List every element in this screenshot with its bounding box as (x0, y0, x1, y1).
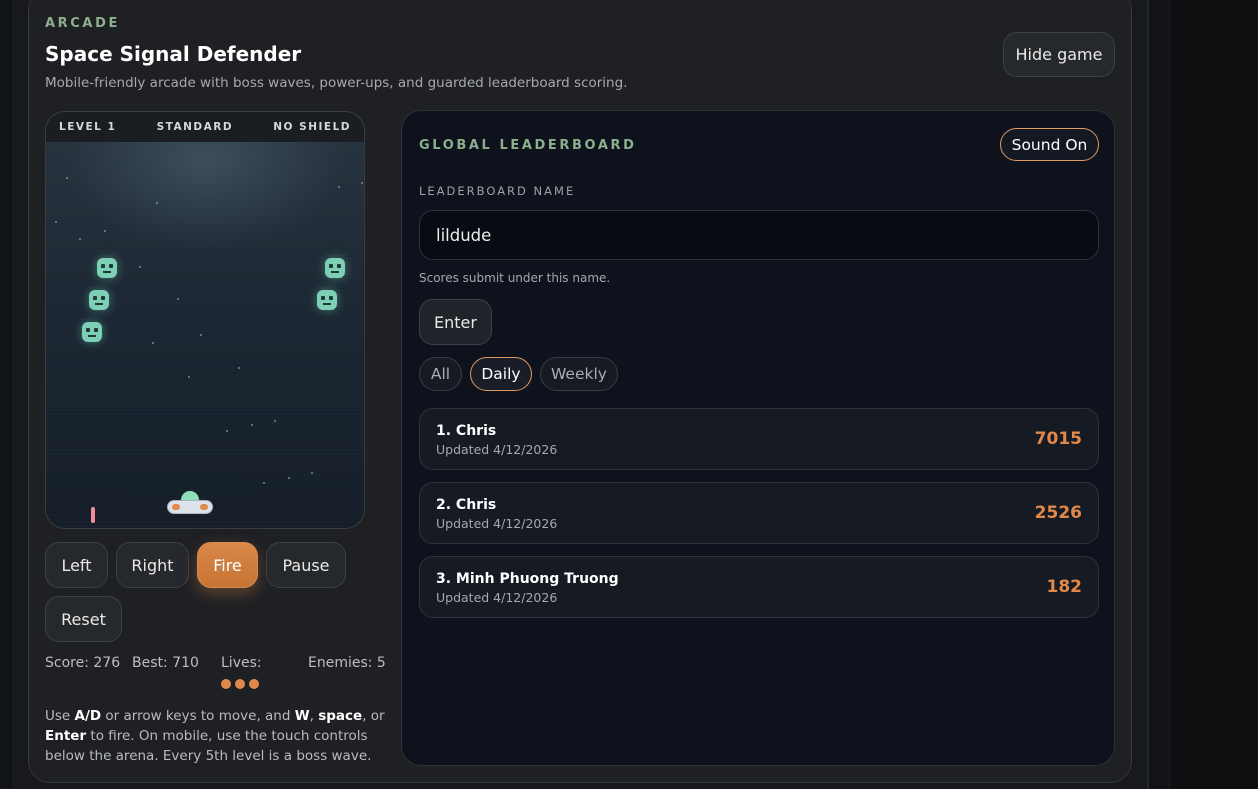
pause-button[interactable]: Pause (266, 542, 346, 588)
page-margin (0, 0, 14, 789)
entry-updated: Updated 4/12/2026 (436, 442, 558, 457)
star (251, 424, 253, 426)
filter-all-tab[interactable]: All (419, 357, 462, 391)
lives-label: Lives: (221, 655, 262, 671)
reset-button[interactable]: Reset (45, 596, 122, 642)
name-hint: Scores submit under this name. (419, 271, 611, 285)
hide-game-button[interactable]: Hide game (1003, 32, 1115, 77)
side-panel (1148, 0, 1258, 789)
star (177, 298, 179, 300)
key-hint: W (294, 708, 310, 724)
leaderboard-entry: 3. Minh Phuong Truong Updated 4/12/2026 … (419, 556, 1099, 618)
key-hint: A/D (74, 708, 102, 724)
fire-button[interactable]: Fire (197, 542, 258, 588)
move-right-button[interactable]: Right (116, 542, 189, 588)
leaderboard-title: GLOBAL LEADERBOARD (419, 138, 637, 153)
help-text: Use A/D or arrow keys to move, and W, sp… (45, 708, 385, 764)
entry-score: 2526 (1034, 503, 1082, 523)
enemy-icon (97, 258, 117, 278)
filter-daily-tab[interactable]: Daily (470, 357, 532, 391)
enemy-icon (89, 290, 109, 310)
level-indicator: LEVEL 1 (59, 121, 117, 133)
enemy-icon (317, 290, 337, 310)
leaderboard-entry: 1. Chris Updated 4/12/2026 7015 (419, 408, 1099, 470)
key-hint: space (318, 708, 363, 724)
star (188, 376, 190, 378)
arena-hud: LEVEL 1 STANDARD NO SHIELD (46, 112, 364, 142)
best-score-display: Best: 710 (132, 655, 199, 671)
section-eyebrow: ARCADE (45, 16, 120, 31)
name-field-label: LEADERBOARD NAME (419, 184, 576, 198)
filter-weekly-tab[interactable]: Weekly (540, 357, 618, 391)
sound-toggle-button[interactable]: Sound On (1000, 128, 1099, 161)
play-field (46, 142, 364, 528)
entry-score: 182 (1046, 577, 1083, 597)
star (263, 482, 265, 484)
entry-updated: Updated 4/12/2026 (436, 516, 558, 531)
entry-name: 2. Chris (436, 497, 497, 513)
life-icon (221, 679, 231, 689)
key-hint: Enter (45, 728, 87, 744)
star (104, 230, 106, 232)
entry-name: 1. Chris (436, 423, 497, 439)
move-left-button[interactable]: Left (45, 542, 108, 588)
star (338, 186, 340, 188)
enemies-display: Enemies: 5 (308, 655, 386, 671)
star (311, 472, 313, 474)
enemy-icon (325, 258, 345, 278)
star (200, 334, 202, 336)
star (55, 221, 57, 223)
star (274, 420, 276, 422)
score-display: Score: 276 (45, 655, 121, 671)
leaderboard-name-input[interactable] (419, 210, 1099, 260)
star (139, 266, 141, 268)
star (226, 430, 228, 432)
life-icon (235, 679, 245, 689)
entry-updated: Updated 4/12/2026 (436, 590, 558, 605)
leaderboard-entry: 2. Chris Updated 4/12/2026 2526 (419, 482, 1099, 544)
game-subtitle: Mobile-friendly arcade with boss waves, … (45, 75, 628, 91)
life-icon (249, 679, 259, 689)
star (66, 177, 68, 179)
player-ship-icon (167, 491, 213, 519)
enemy-bullet (91, 507, 95, 523)
star (152, 342, 154, 344)
entry-name: 3. Minh Phuong Truong (436, 571, 619, 587)
enemy-icon (82, 322, 102, 342)
mode-indicator: STANDARD (156, 121, 234, 133)
game-title: Space Signal Defender (45, 42, 302, 66)
star (238, 367, 240, 369)
star (288, 477, 290, 479)
star (361, 182, 363, 184)
enter-name-button[interactable]: Enter (419, 299, 492, 345)
game-arena[interactable]: LEVEL 1 STANDARD NO SHIELD (45, 111, 365, 529)
shield-indicator: NO SHIELD (273, 121, 351, 133)
leaderboard-panel: GLOBAL LEADERBOARD Sound On LEADERBOARD … (401, 110, 1115, 766)
lives-indicator (221, 679, 259, 689)
star (79, 238, 81, 240)
star (156, 202, 158, 204)
entry-score: 7015 (1034, 429, 1082, 449)
